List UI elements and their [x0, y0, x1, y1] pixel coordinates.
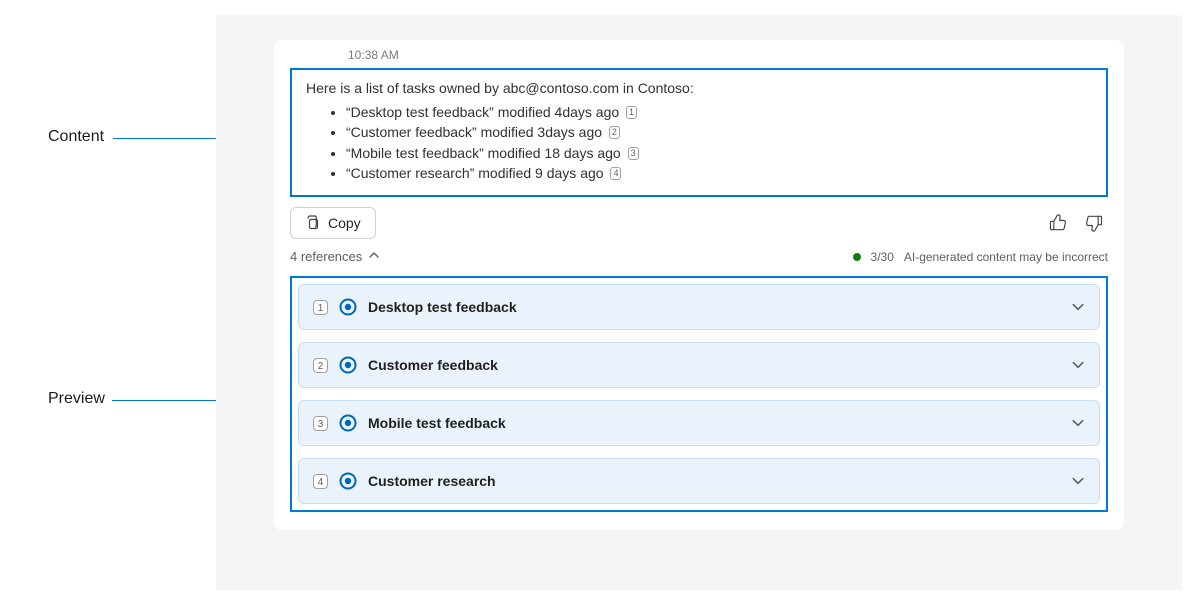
content-item: “Customer research” modified 9 days ago … [346, 163, 1092, 183]
content-intro: Here is a list of tasks owned by abc@con… [306, 80, 1092, 96]
chevron-down-icon [1071, 474, 1085, 488]
citation-badge[interactable]: 3 [628, 147, 639, 160]
thumbs-down-icon [1084, 221, 1104, 236]
stage-background: 10:38 AM Here is a list of tasks owned b… [216, 15, 1182, 590]
disclaimer-text: AI-generated content may be incorrect [904, 250, 1108, 264]
copy-button-label: Copy [328, 215, 361, 231]
content-list: “Desktop test feedback” modified 4days a… [306, 102, 1092, 183]
chevron-down-icon [1071, 416, 1085, 430]
content-item-text: “Mobile test feedback” modified 18 days … [346, 145, 621, 161]
reference-title: Customer research [368, 473, 1060, 489]
message-timestamp: 10:38 AM [274, 48, 1124, 68]
content-item-text: “Desktop test feedback” modified 4days a… [346, 104, 619, 120]
reference-number-badge: 3 [313, 416, 328, 431]
reference-number-badge: 4 [313, 474, 328, 489]
references-toggle-label: 4 references [290, 249, 362, 264]
reference-source-icon [339, 298, 357, 316]
reference-item[interactable]: 4 Customer research [298, 458, 1100, 504]
content-item-text: “Customer research” modified 9 days ago [346, 165, 604, 181]
reference-number-badge: 2 [313, 358, 328, 373]
reference-title: Desktop test feedback [368, 299, 1060, 315]
reference-number-badge: 1 [313, 300, 328, 315]
reference-title: Customer feedback [368, 357, 1060, 373]
chevron-down-icon [1071, 300, 1085, 314]
thumbs-up-button[interactable] [1044, 209, 1072, 237]
content-item: “Customer feedback” modified 3days ago 2 [346, 122, 1092, 142]
citation-badge[interactable]: 2 [609, 126, 620, 139]
reference-source-icon [339, 472, 357, 490]
copy-icon [305, 215, 321, 231]
preview-block-highlight: 1 Desktop test feedback [290, 276, 1108, 512]
reference-title: Mobile test feedback [368, 415, 1060, 431]
status-dot-icon [853, 253, 861, 261]
quota-text: 3/30 [871, 250, 894, 264]
content-item-text: “Customer feedback” modified 3days ago [346, 124, 602, 140]
content-item: “Mobile test feedback” modified 18 days … [346, 143, 1092, 163]
reference-item[interactable]: 1 Desktop test feedback [298, 284, 1100, 330]
reference-source-icon [339, 414, 357, 432]
message-card: 10:38 AM Here is a list of tasks owned b… [274, 40, 1124, 530]
citation-badge[interactable]: 4 [610, 167, 621, 180]
annotation-content-label: Content [48, 128, 104, 146]
copy-button[interactable]: Copy [290, 207, 376, 239]
toolbar-row: Copy [274, 207, 1124, 239]
reference-item[interactable]: 2 Customer feedback [298, 342, 1100, 388]
thumbs-up-icon [1048, 221, 1068, 236]
references-toggle[interactable]: 4 references [290, 247, 380, 266]
citation-badge[interactable]: 1 [626, 106, 637, 119]
content-block-highlight: Here is a list of tasks owned by abc@con… [290, 68, 1108, 197]
annotation-preview-label: Preview [48, 390, 105, 408]
chevron-up-icon [368, 249, 380, 264]
reference-source-icon [339, 356, 357, 374]
meta-row: 4 references 3/30 AI-generated content m… [274, 239, 1124, 276]
thumbs-down-button[interactable] [1080, 209, 1108, 237]
reference-item[interactable]: 3 Mobile test feedback [298, 400, 1100, 446]
content-item: “Desktop test feedback” modified 4days a… [346, 102, 1092, 122]
chevron-down-icon [1071, 358, 1085, 372]
